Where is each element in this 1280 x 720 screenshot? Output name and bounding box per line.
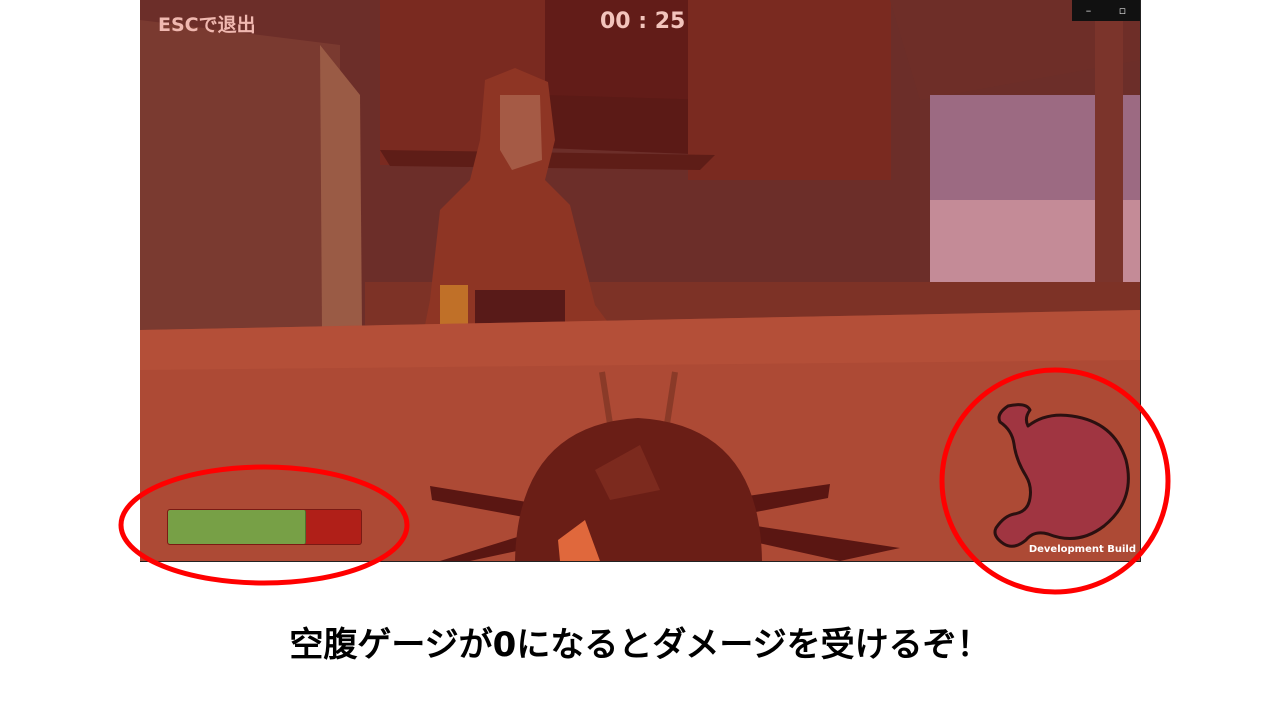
caption: 空腹ゲージが0になるとダメージを受けるぞ！ bbox=[289, 625, 991, 665]
hunger-gauge bbox=[167, 509, 362, 545]
window-controls: – ▫ bbox=[1072, 0, 1140, 21]
restore-icon[interactable]: ▫ bbox=[1119, 4, 1126, 17]
exit-hint: ESCで退出 bbox=[158, 14, 256, 36]
timer: 00 : 25 bbox=[600, 9, 686, 34]
hunger-gauge-fill bbox=[168, 510, 307, 544]
dev-build-label: Development Build bbox=[1028, 544, 1136, 555]
stomach-icon bbox=[993, 403, 1130, 548]
game-viewport[interactable]: ESCで退出 00 : 25 – ▫ Development Build bbox=[140, 0, 1141, 562]
minimize-icon[interactable]: – bbox=[1086, 4, 1092, 17]
